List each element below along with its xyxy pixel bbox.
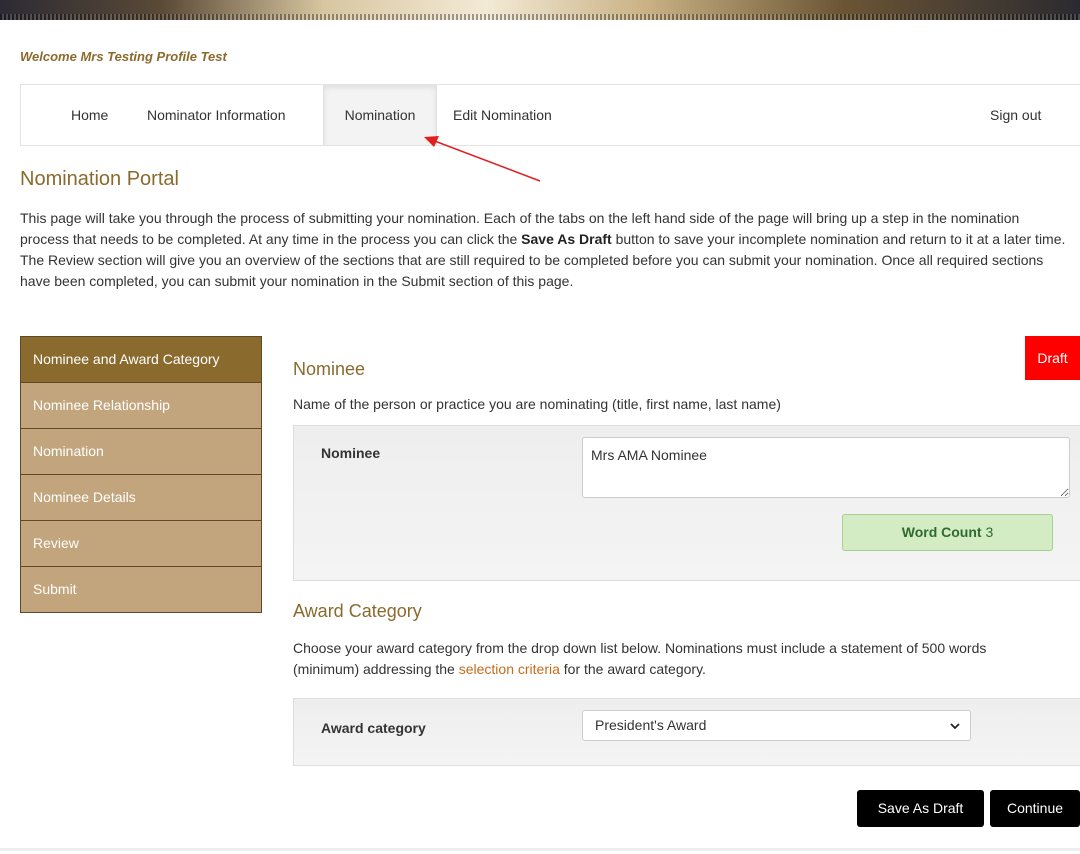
sidebar-item-nomination[interactable]: Nomination (21, 429, 261, 475)
intro-text: This page will take you through the proc… (20, 210, 1066, 289)
nominee-section-description: Name of the person or practice you are n… (293, 396, 781, 412)
award-category-select[interactable]: President's Award (582, 710, 971, 741)
award-section-description: Choose your award category from the drop… (293, 640, 987, 677)
nav-nominator-information[interactable]: Nominator Information (147, 85, 286, 145)
sidebar-item-nominee-details[interactable]: Nominee Details (21, 475, 261, 521)
status-badge: Draft (1025, 336, 1080, 380)
annotation-arrow-icon (424, 136, 541, 182)
nav-home[interactable]: Home (71, 85, 108, 145)
sidebar-item-nominee-and-award-category[interactable]: Nominee and Award Category (21, 337, 261, 383)
nominee-panel: Nominee Mrs AMA Nominee Word Count 3 (293, 425, 1080, 581)
page-title: Nomination Portal (20, 168, 179, 190)
sidebar-item-nominee-relationship[interactable]: Nominee Relationship (21, 383, 261, 429)
award-panel: Award category President's Award (293, 698, 1080, 766)
award-category-label: Award category (321, 720, 426, 736)
top-nav: Home Nominator Information Nomination Ed… (20, 84, 1080, 146)
chevron-down-icon (950, 723, 960, 730)
selection-criteria-link[interactable]: selection criteria (459, 661, 560, 677)
footer-divider (0, 848, 1080, 851)
continue-button[interactable]: Continue (990, 790, 1080, 827)
header-banner (0, 0, 1080, 20)
step-sidebar: Nominee and Award Category Nominee Relat… (20, 336, 262, 613)
nominee-field-label: Nominee (321, 445, 381, 461)
word-count-badge: Word Count 3 (842, 514, 1053, 551)
save-as-draft-button[interactable]: Save As Draft (857, 790, 984, 827)
sidebar-item-review[interactable]: Review (21, 521, 261, 567)
nominee-section-title: Nominee (293, 359, 366, 379)
welcome-message: Welcome Mrs Testing Profile Test (20, 49, 227, 64)
nav-sign-out[interactable]: Sign out (990, 85, 1041, 145)
nominee-input[interactable]: Mrs AMA Nominee (582, 437, 1070, 498)
sidebar-item-submit[interactable]: Submit (21, 567, 261, 612)
award-section-title: Award Category (293, 601, 422, 621)
intro-save-draft-highlight: Save As Draft (521, 231, 612, 247)
